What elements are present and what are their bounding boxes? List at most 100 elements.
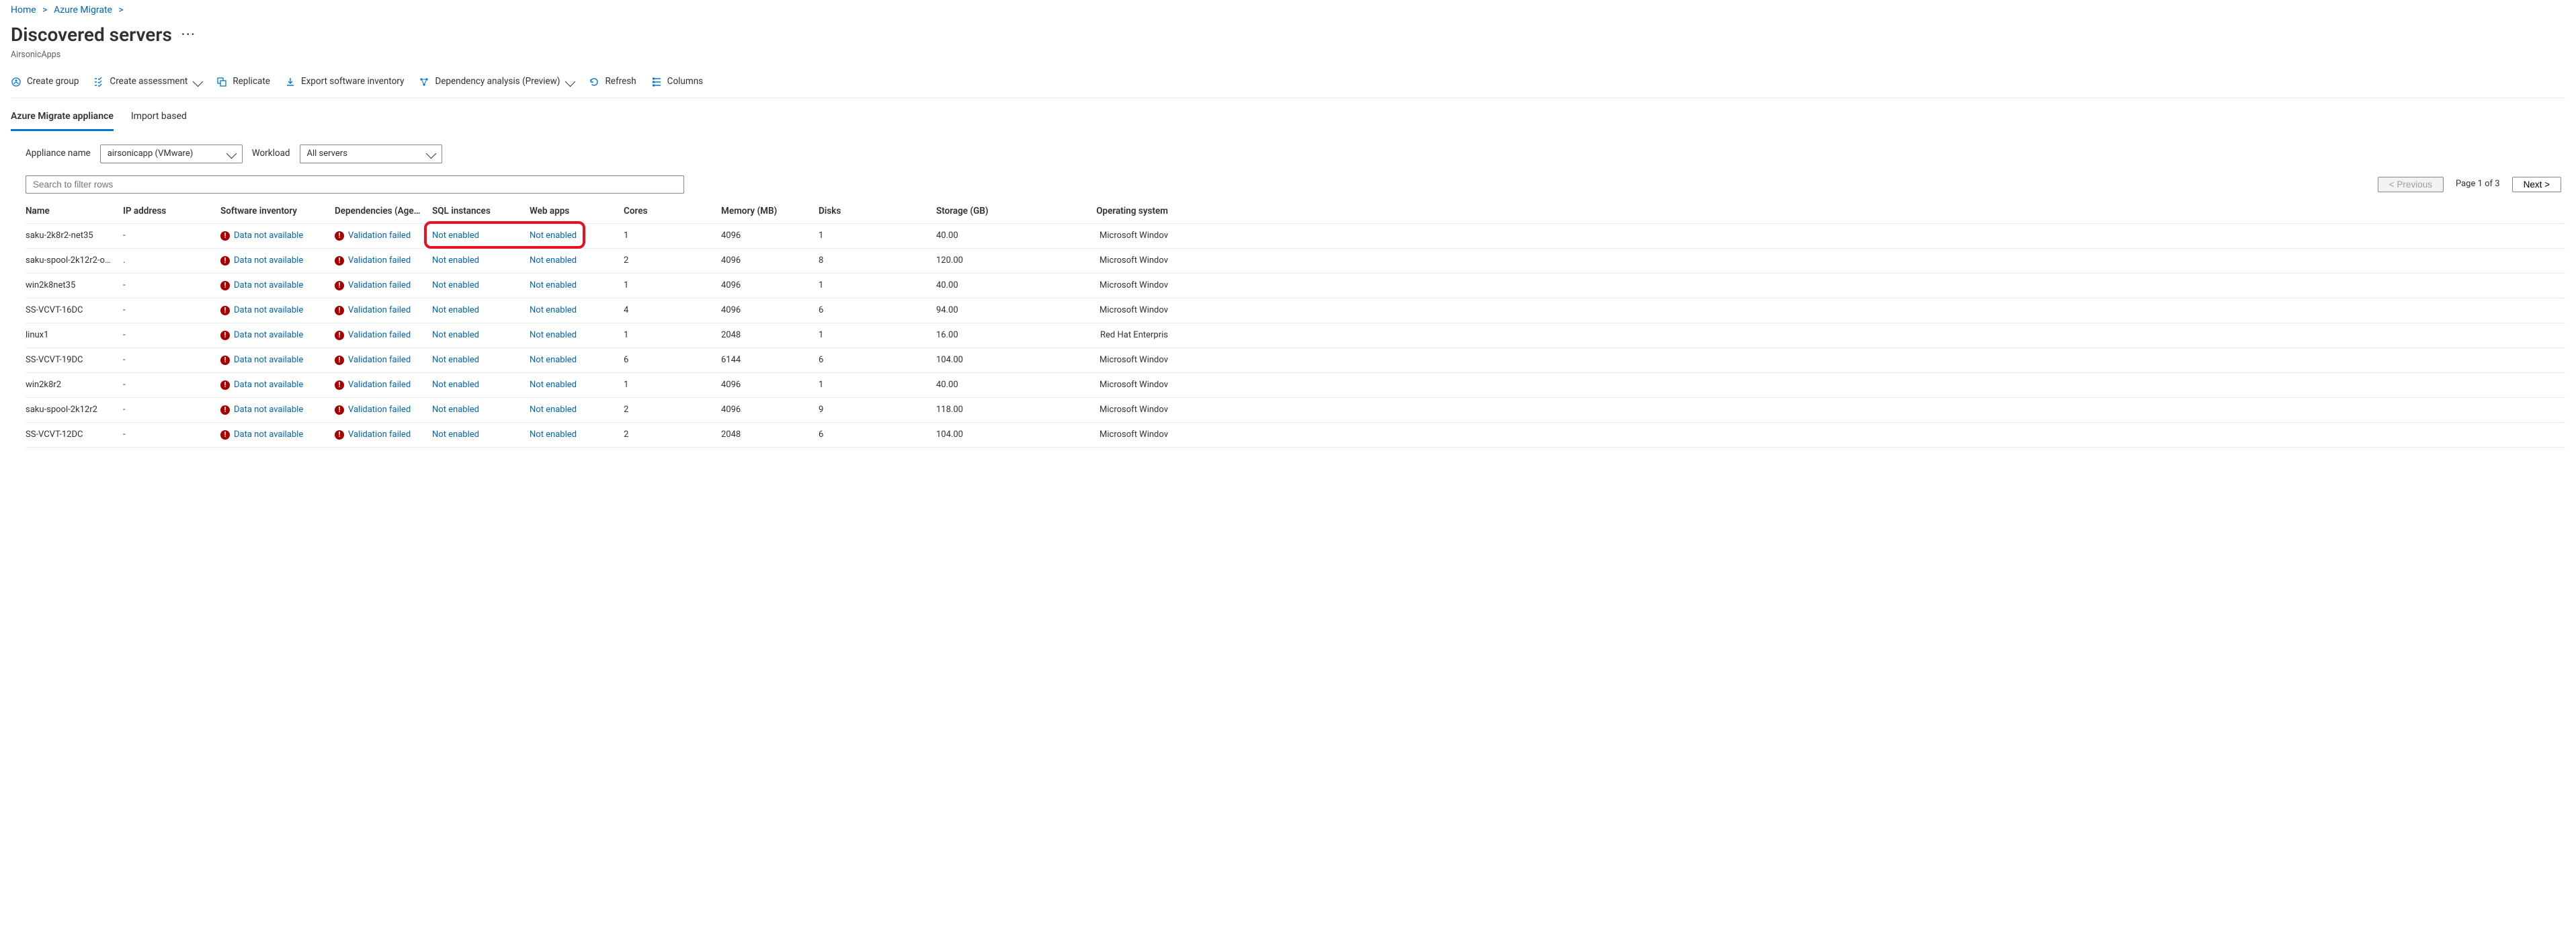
appliance-select[interactable]: airsonicapp (VMware) [100, 145, 243, 163]
col-deps[interactable]: Dependencies (Age… [335, 202, 432, 220]
col-os[interactable]: Operating system [1034, 202, 1168, 220]
cell-name[interactable]: win2k8r2 [26, 376, 123, 394]
cell-web-apps[interactable]: Not enabled [530, 426, 624, 444]
cell-sql-instances[interactable]: Not enabled [432, 302, 530, 319]
cell-software-inventory[interactable]: !Data not available [220, 252, 335, 270]
cell-name[interactable]: saku-spool-2k12r2 [26, 401, 123, 419]
create-assessment-button[interactable]: Create assessment [93, 75, 202, 88]
col-storage[interactable]: Storage (GB) [936, 202, 1034, 220]
tab-appliance[interactable]: Azure Migrate appliance [11, 106, 114, 131]
cell-dependencies[interactable]: !Validation failed [335, 352, 432, 369]
cell-sql-instances[interactable]: Not enabled [432, 327, 530, 344]
software-status-text: Data not available [234, 230, 303, 242]
cell-sql-instances[interactable]: Not enabled [432, 252, 530, 270]
deps-status-text: Validation failed [348, 280, 411, 292]
cell-sql-instances[interactable]: Not enabled [432, 376, 530, 394]
cell-dependencies[interactable]: !Validation failed [335, 302, 432, 319]
cell-sql-instances[interactable]: Not enabled [432, 277, 530, 294]
workload-select[interactable]: All servers [300, 145, 442, 163]
software-status-text: Data not available [234, 354, 303, 366]
cell-software-inventory[interactable]: !Data not available [220, 277, 335, 294]
cell-web-apps[interactable]: Not enabled [530, 327, 624, 344]
error-icon: ! [220, 356, 230, 365]
cell-name[interactable]: SS-VCVT-19DC [26, 352, 123, 369]
cell-dependencies[interactable]: !Validation failed [335, 227, 432, 245]
error-icon: ! [335, 306, 344, 315]
replicate-label: Replicate [233, 75, 270, 88]
cell-name[interactable]: linux1 [26, 327, 123, 344]
breadcrumb-home[interactable]: Home [11, 5, 36, 15]
cell-cores: 1 [624, 227, 721, 245]
col-memory[interactable]: Memory (MB) [721, 202, 819, 220]
cell-memory: 2048 [721, 327, 819, 344]
col-ip[interactable]: IP address [123, 202, 220, 220]
cell-web-apps[interactable]: Not enabled [530, 252, 624, 270]
col-name[interactable]: Name [26, 202, 123, 220]
cell-dependencies[interactable]: !Validation failed [335, 252, 432, 270]
col-software[interactable]: Software inventory [220, 202, 335, 220]
cell-cores: 1 [624, 277, 721, 294]
dependency-analysis-button[interactable]: Dependency analysis (Preview) [419, 75, 574, 88]
cell-software-inventory[interactable]: !Data not available [220, 401, 335, 419]
cell-disks: 6 [819, 352, 936, 369]
cell-ip: - [123, 376, 220, 394]
cell-software-inventory[interactable]: !Data not available [220, 327, 335, 344]
cell-dependencies[interactable]: !Validation failed [335, 401, 432, 419]
cell-sql-instances[interactable]: Not enabled [432, 352, 530, 369]
cell-web-apps[interactable]: Not enabled [530, 277, 624, 294]
deps-status-text: Validation failed [348, 354, 411, 366]
cell-software-inventory[interactable]: !Data not available [220, 302, 335, 319]
cell-dependencies[interactable]: !Validation failed [335, 426, 432, 444]
cell-ip: - [123, 277, 220, 294]
cell-web-apps[interactable]: Not enabled [530, 227, 624, 245]
error-icon: ! [220, 331, 230, 340]
cell-name[interactable]: saku-2k8r2-net35 [26, 227, 123, 245]
error-icon: ! [335, 380, 344, 390]
deps-status-text: Validation failed [348, 230, 411, 242]
cell-sql-instances[interactable]: Not enabled [432, 401, 530, 419]
cell-sql-instances[interactable]: Not enabled [432, 227, 530, 245]
cell-web-apps[interactable]: Not enabled [530, 352, 624, 369]
cell-name[interactable]: saku-spool-2k12r2-o… [26, 252, 123, 270]
tab-import[interactable]: Import based [131, 106, 187, 131]
cell-os: Microsoft Windov [1034, 227, 1168, 245]
cell-web-apps[interactable]: Not enabled [530, 376, 624, 394]
cell-software-inventory[interactable]: !Data not available [220, 376, 335, 394]
more-actions-icon[interactable]: ··· [181, 26, 196, 43]
cell-sql-instances[interactable]: Not enabled [432, 426, 530, 444]
previous-button[interactable]: < Previous [2378, 177, 2444, 192]
columns-button[interactable]: Columns [651, 75, 703, 88]
cell-web-apps[interactable]: Not enabled [530, 302, 624, 319]
cell-os: Microsoft Windov [1034, 252, 1168, 270]
cell-dependencies[interactable]: !Validation failed [335, 277, 432, 294]
cell-dependencies[interactable]: !Validation failed [335, 327, 432, 344]
breadcrumb-azure-migrate[interactable]: Azure Migrate [54, 5, 112, 15]
cell-software-inventory[interactable]: ! Data not available [220, 352, 335, 369]
next-button[interactable]: Next > [2512, 177, 2561, 192]
cell-name[interactable]: SS-VCVT-16DC [26, 302, 123, 319]
create-assessment-label: Create assessment [110, 75, 188, 88]
cell-software-inventory[interactable]: !Data not available [220, 227, 335, 245]
export-inventory-button[interactable]: Export software inventory [285, 75, 404, 88]
col-sql[interactable]: SQL instances [432, 202, 530, 220]
cell-os: Microsoft Windov [1034, 376, 1168, 394]
col-disks[interactable]: Disks [819, 202, 936, 220]
create-group-button[interactable]: Create group [11, 75, 79, 88]
columns-label: Columns [667, 75, 703, 88]
col-cores[interactable]: Cores [624, 202, 721, 220]
cell-name[interactable]: SS-VCVT-12DC [26, 426, 123, 444]
chevron-down-icon [193, 77, 204, 87]
refresh-button[interactable]: Refresh [589, 75, 636, 88]
cell-web-apps[interactable]: Not enabled [530, 401, 624, 419]
search-input[interactable] [26, 175, 684, 194]
cell-disks: 8 [819, 252, 936, 270]
cell-os: Microsoft Windov [1034, 352, 1168, 369]
error-icon: ! [220, 380, 230, 390]
cell-name[interactable]: win2k8net35 [26, 277, 123, 294]
replicate-button[interactable]: Replicate [216, 75, 270, 88]
cell-storage: 104.00 [936, 426, 1034, 444]
col-web[interactable]: Web apps [530, 202, 624, 220]
cell-dependencies[interactable]: !Validation failed [335, 376, 432, 394]
cell-software-inventory[interactable]: !Data not available [220, 426, 335, 444]
cell-memory: 6144 [721, 352, 819, 369]
